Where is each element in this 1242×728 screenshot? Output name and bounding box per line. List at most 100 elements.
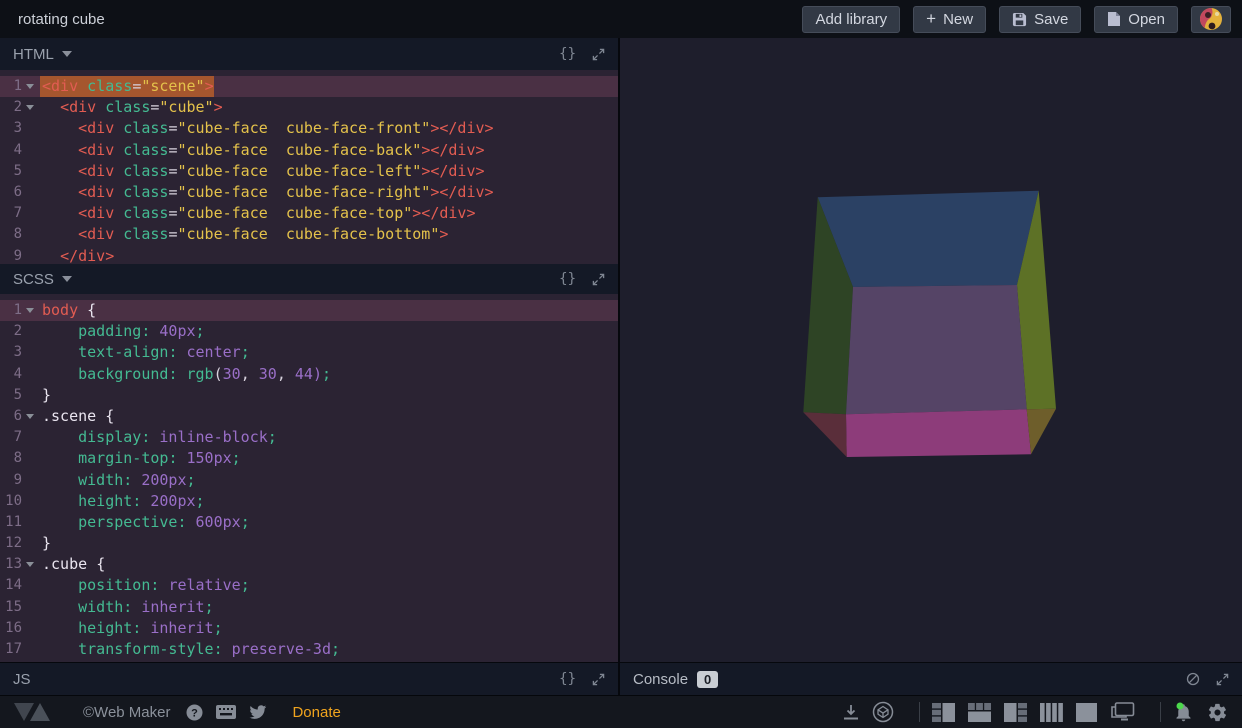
code-text: perspective: 600px; [40,512,250,533]
beautify-code-icon[interactable]: {} [559,271,576,287]
code-line[interactable]: 3 <div class="cube-face cube-face-front"… [0,118,618,139]
keyboard-shortcuts-icon[interactable] [216,705,236,719]
expand-pane-icon[interactable] [592,273,605,286]
fold-arrow-icon[interactable] [22,105,38,110]
line-gutter: 13 [0,554,40,575]
pen-title[interactable]: rotating cube [18,11,789,28]
fold-arrow-icon[interactable] [22,562,38,567]
line-number: 9 [0,246,22,265]
code-line[interactable]: 11 perspective: 600px; [0,512,618,533]
code-line[interactable]: 12} [0,533,618,554]
fold-arrow-icon[interactable] [22,414,38,419]
layout-columns-icon[interactable] [1040,703,1063,722]
code-line[interactable]: 17 transform-style: preserve-3d; [0,639,618,660]
open-button[interactable]: Open [1094,6,1178,33]
beautify-code-icon[interactable]: {} [559,671,576,687]
layout-sidebar-right-icon[interactable] [1004,703,1027,722]
chevron-down-icon [62,276,72,282]
scss-mode-dropdown[interactable]: SCSS [13,271,72,288]
donate-link[interactable]: Donate [292,704,340,721]
line-number: 14 [0,575,22,596]
code-line[interactable]: 5 <div class="cube-face cube-face-left">… [0,161,618,182]
code-line[interactable]: 15 width: inherit; [0,597,618,618]
code-line[interactable]: 4 <div class="cube-face cube-face-back">… [0,140,618,161]
html-pane-header: HTML {} [0,38,618,70]
avatar [1199,7,1223,31]
layout-full-preview-icon[interactable] [1076,703,1097,722]
code-line[interactable]: 6.scene { [0,406,618,427]
code-line[interactable]: 5} [0,385,618,406]
settings-gear-icon[interactable] [1207,702,1228,723]
scss-pane-label: SCSS [13,271,54,288]
code-line[interactable]: 8 margin-top: 150px; [0,448,618,469]
code-line[interactable]: 14 position: relative; [0,575,618,596]
layout-sidebar-left-icon[interactable] [932,703,955,722]
line-number: 11 [0,512,22,533]
preview-column: Console 0 [620,38,1242,695]
code-text: background: rgb(30, 30, 44); [40,364,331,385]
line-number: 4 [0,364,22,385]
code-line[interactable]: 10 height: 200px; [0,491,618,512]
add-library-button[interactable]: Add library [802,6,900,33]
beautify-code-icon[interactable]: {} [559,46,576,62]
html-pane-label: HTML [13,46,54,63]
codepen-icon[interactable] [872,701,894,723]
code-line[interactable]: 3 text-align: center; [0,342,618,363]
fold-arrow-icon[interactable] [22,84,38,89]
line-gutter: 7 [0,203,40,224]
save-button[interactable]: Save [999,6,1081,33]
line-gutter: 1 [0,76,40,97]
line-gutter: 5 [0,385,40,406]
help-icon[interactable]: ? [186,704,203,721]
code-line[interactable]: 13.cube { [0,554,618,575]
notifications-bell-icon[interactable] [1173,702,1194,723]
expand-console-icon[interactable] [1216,673,1229,686]
line-gutter: 6 [0,406,40,427]
expand-pane-icon[interactable] [592,48,605,61]
console-bar[interactable]: Console 0 [620,662,1242,695]
js-pane-label: JS [13,671,31,688]
code-line[interactable]: 2 padding: 40px; [0,321,618,342]
html-mode-dropdown[interactable]: HTML [13,46,72,63]
code-line[interactable]: 9 width: 200px; [0,470,618,491]
chevron-down-icon [62,51,72,57]
expand-pane-icon[interactable] [592,673,605,686]
js-pane-header[interactable]: JS {} [0,662,618,695]
line-number: 15 [0,597,22,618]
line-number: 2 [0,321,22,342]
code-line[interactable]: 6 <div class="cube-face cube-face-right"… [0,182,618,203]
line-number: 13 [0,554,22,575]
code-text: transform-style: preserve-3d; [40,639,340,660]
line-gutter: 16 [0,618,40,639]
code-line[interactable]: 16 height: inherit; [0,618,618,639]
code-text: margin-top: 150px; [40,448,241,469]
html-code-editor[interactable]: 1<div class="scene">2 <div class="cube">… [0,70,618,264]
line-gutter: 4 [0,364,40,385]
open-label: Open [1128,11,1165,28]
twitter-icon[interactable] [249,705,267,720]
code-text: <div class="cube-face cube-face-front"><… [40,118,494,139]
scss-code-editor[interactable]: 1body {2 padding: 40px;3 text-align: cen… [0,294,618,662]
fold-arrow-icon[interactable] [22,308,38,313]
layout-code-top-icon[interactable] [968,703,991,722]
cube-face-bottom [846,409,1031,457]
code-text: } [40,533,51,554]
detach-preview-icon[interactable] [1110,702,1135,722]
code-line[interactable]: 8 <div class="cube-face cube-face-bottom… [0,224,618,245]
clear-console-icon[interactable] [1186,672,1200,686]
new-button[interactable]: + New [913,6,986,33]
avatar-button[interactable] [1191,6,1231,33]
line-number: 6 [0,182,22,203]
code-line[interactable]: 7 display: inline-block; [0,427,618,448]
download-icon[interactable] [843,704,859,721]
save-label: Save [1034,11,1068,28]
code-line[interactable]: 7 <div class="cube-face cube-face-top"><… [0,203,618,224]
code-line[interactable]: 9 </div> [0,246,618,265]
line-gutter: 2 [0,97,40,118]
code-line[interactable]: 2 <div class="cube"> [0,97,618,118]
line-number: 5 [0,385,22,406]
code-line[interactable]: 4 background: rgb(30, 30, 44); [0,364,618,385]
code-line[interactable]: 1<div class="scene"> [0,76,618,97]
line-gutter: 3 [0,118,40,139]
code-line[interactable]: 1body { [0,300,618,321]
